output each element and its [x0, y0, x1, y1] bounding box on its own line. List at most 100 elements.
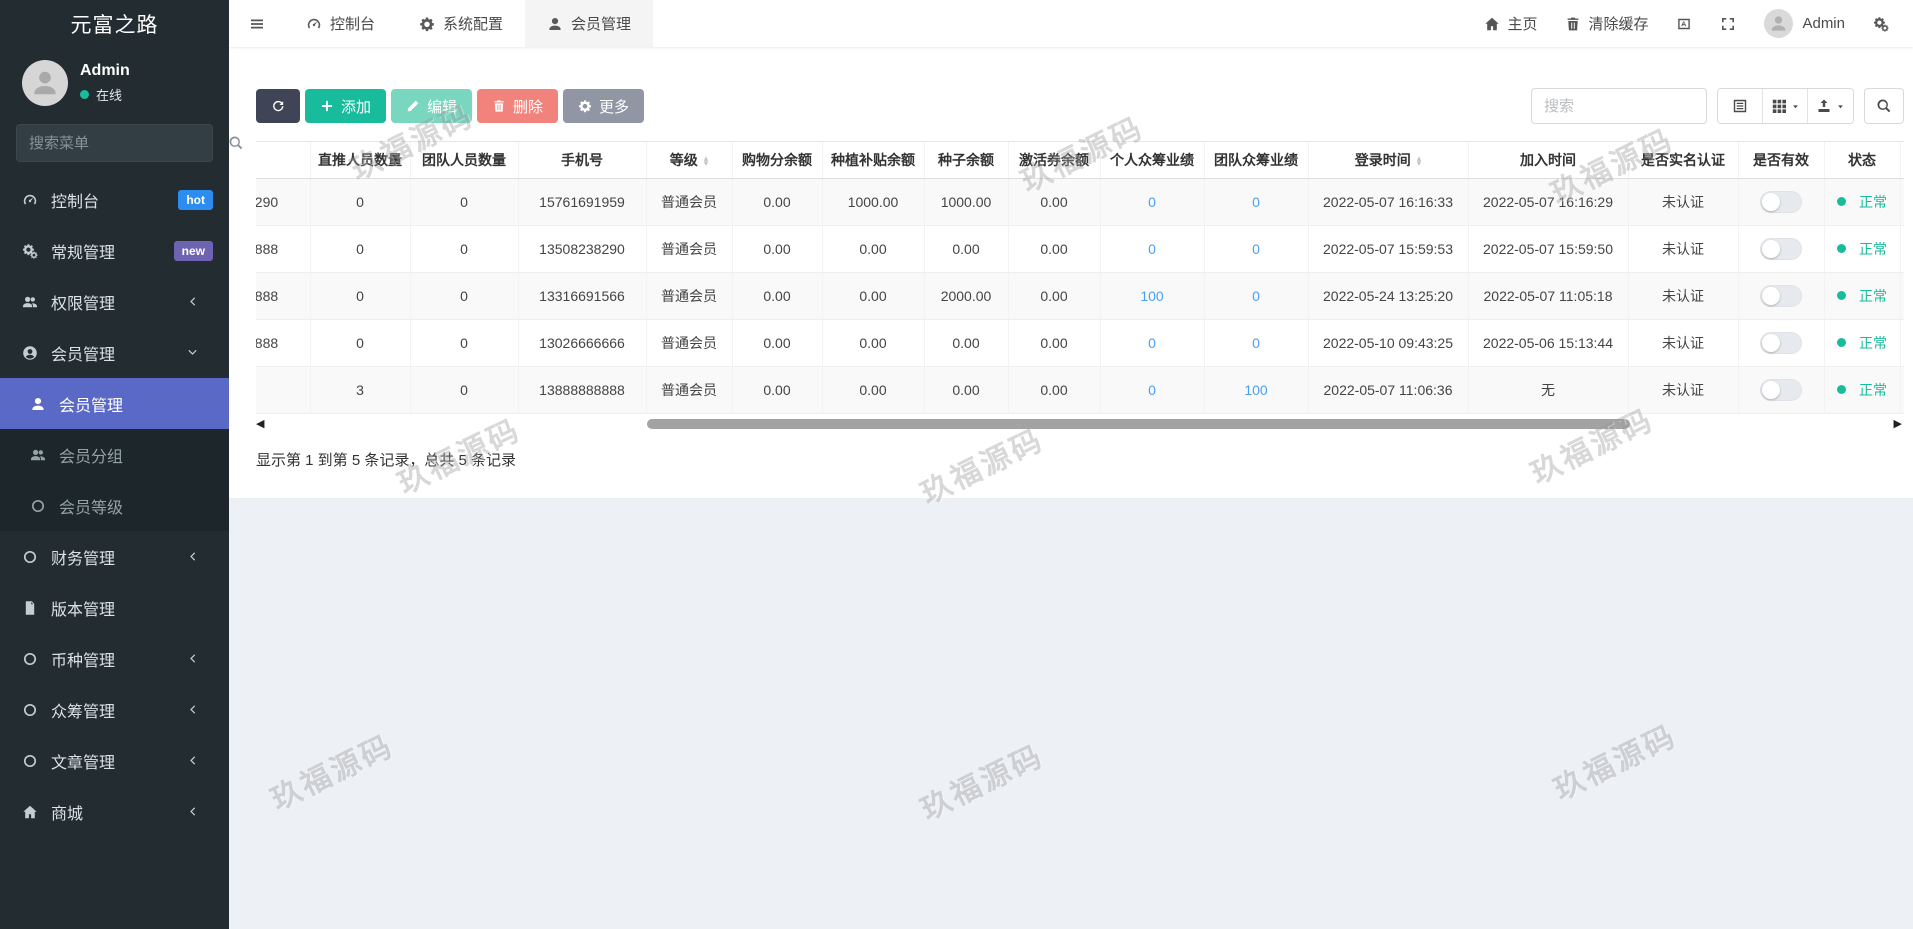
- home-link[interactable]: 主页: [1470, 13, 1551, 34]
- crowdfund-link[interactable]: 0: [1252, 241, 1260, 257]
- valid-toggle[interactable]: [1760, 285, 1802, 307]
- cell-是否实名认证: 未认证: [1628, 319, 1738, 366]
- table-row[interactable]: 88880013316691566普通会员0.000.002000.000.00…: [256, 272, 1904, 319]
- cell-是否有效: [1738, 366, 1824, 413]
- refresh-button[interactable]: [256, 89, 300, 123]
- toggle-knob: [1762, 240, 1780, 258]
- crowdfund-link[interactable]: 0: [1252, 194, 1260, 210]
- members-table: 直推人员数量团队人员数量手机号等级▴▾购物分余额种植补贴余额种子余额激活券余额个…: [256, 142, 1904, 414]
- sidebar-item-币种管理[interactable]: 币种管理: [0, 633, 229, 684]
- crowdfund-link[interactable]: 0: [1148, 382, 1156, 398]
- sidebar-item-众筹管理[interactable]: 众筹管理: [0, 684, 229, 735]
- cell-stub: 8290: [256, 178, 310, 225]
- sidebar-search[interactable]: [16, 124, 213, 162]
- valid-toggle[interactable]: [1760, 379, 1802, 401]
- circle-icon: [20, 753, 40, 769]
- sidebar-item-会员分组[interactable]: 会员分组: [0, 429, 229, 480]
- sidebar-item-label: 会员分组: [59, 443, 123, 467]
- users-icon: [28, 447, 48, 463]
- chevron-left-icon: [182, 295, 202, 308]
- valid-toggle[interactable]: [1760, 191, 1802, 213]
- add-button[interactable]: 添加: [305, 89, 386, 123]
- columns-button[interactable]: [1763, 89, 1808, 123]
- home-icon: [1484, 16, 1500, 32]
- scrollbar-thumb[interactable]: [647, 419, 1630, 429]
- search-icon: [1876, 98, 1892, 114]
- pencil-icon: [406, 99, 420, 113]
- cell-团队人员数量: 0: [410, 366, 518, 413]
- column-header-登录时间[interactable]: 登录时间▴▾: [1308, 142, 1468, 178]
- tab-system-config[interactable]: 系统配置: [397, 0, 525, 47]
- crowdfund-link[interactable]: 0: [1148, 194, 1156, 210]
- tab-console[interactable]: 控制台: [284, 0, 397, 47]
- chevron-left-icon: [182, 550, 202, 563]
- sidebar-item-label: 版本管理: [51, 596, 213, 620]
- sidebar-item-版本管理[interactable]: 版本管理: [0, 582, 229, 633]
- toggle-knob: [1762, 193, 1780, 211]
- crowdfund-link[interactable]: 0: [1148, 241, 1156, 257]
- cell-激活券余额: 0.00: [1008, 366, 1100, 413]
- grid-icon: [1771, 98, 1787, 114]
- language-icon: [1676, 16, 1692, 32]
- sidebar-item-常规管理[interactable]: 常规管理new: [0, 225, 229, 276]
- members-table-wrap: 直推人员数量团队人员数量手机号等级▴▾购物分余额种植补贴余额种子余额激活券余额个…: [256, 141, 1904, 414]
- cell-种植补贴余额: 0.00: [822, 319, 924, 366]
- sidebar-item-商城[interactable]: 商城: [0, 786, 229, 837]
- truncated-cell-text: 8888: [256, 335, 278, 351]
- language-button[interactable]: [1662, 16, 1706, 32]
- table-row[interactable]: 88880013508238290普通会员0.000.000.000.00002…: [256, 225, 1904, 272]
- crowdfund-link[interactable]: 0: [1252, 335, 1260, 351]
- tab-member-management[interactable]: 会员管理: [525, 0, 653, 47]
- online-dot-icon: [80, 90, 89, 99]
- delete-button[interactable]: 删除: [477, 89, 558, 123]
- sidebar-item-会员等级[interactable]: 会员等级: [0, 480, 229, 531]
- fullscreen-button[interactable]: [1706, 16, 1750, 32]
- crowdfund-link[interactable]: 0: [1252, 288, 1260, 304]
- table-search-input[interactable]: [1544, 98, 1694, 115]
- sidebar-search-input[interactable]: [29, 135, 228, 152]
- chevron-down-icon: [1836, 102, 1845, 111]
- hamburger-menu-icon[interactable]: [229, 0, 284, 47]
- crowdfund-link[interactable]: 100: [1244, 382, 1267, 398]
- table-row[interactable]: 82900015761691959普通会员0.001000.001000.000…: [256, 178, 1904, 225]
- more-button[interactable]: 更多: [563, 89, 644, 123]
- fullscreen-icon: [1720, 16, 1736, 32]
- chevron-down-icon: [1791, 102, 1800, 111]
- truncated-cell-text: 8290: [256, 194, 278, 210]
- sidebar-item-财务管理[interactable]: 财务管理: [0, 531, 229, 582]
- table-row[interactable]: 88880013026666666普通会员0.000.000.000.00002…: [256, 319, 1904, 366]
- watermark: 玖福源码: [1545, 711, 1683, 808]
- crowdfund-link[interactable]: 100: [1140, 288, 1163, 304]
- sidebar-item-文章管理[interactable]: 文章管理: [0, 735, 229, 786]
- crowdfund-link[interactable]: 0: [1148, 335, 1156, 351]
- sidebar-item-会员管理[interactable]: 会员管理: [0, 327, 229, 378]
- table-search[interactable]: [1531, 88, 1707, 124]
- scroll-right-icon[interactable]: ▶: [1894, 417, 1902, 430]
- cell-个人众筹业绩: 0: [1100, 178, 1204, 225]
- valid-toggle[interactable]: [1760, 238, 1802, 260]
- sidebar-item-控制台[interactable]: 控制台hot: [0, 174, 229, 225]
- settings-button[interactable]: [1859, 16, 1903, 32]
- edit-button[interactable]: 编辑: [391, 89, 472, 123]
- cell-是否实名认证: 未认证: [1628, 225, 1738, 272]
- sidebar-item-会员管理[interactable]: 会员管理: [0, 378, 229, 429]
- circle-icon: [20, 549, 40, 565]
- sidebar-item-权限管理[interactable]: 权限管理: [0, 276, 229, 327]
- status-badge: 正常: [1825, 192, 1900, 212]
- cell-手机号: 13888888888: [518, 366, 646, 413]
- scroll-left-icon[interactable]: ◀: [256, 417, 264, 430]
- detail-view-button[interactable]: [1718, 89, 1763, 123]
- sort-icon[interactable]: ▴▾: [704, 156, 709, 166]
- cell-种子余额: 0.00: [924, 366, 1008, 413]
- column-header-是否实名认证: 是否实名认证: [1628, 142, 1738, 178]
- clear-cache-link[interactable]: 清除缓存: [1551, 13, 1662, 34]
- cell-激活券余额: 0.00: [1008, 178, 1100, 225]
- search-submit-button[interactable]: [1864, 88, 1904, 124]
- table-row[interactable]: 3013888888888普通会员0.000.000.000.000100202…: [256, 366, 1904, 413]
- export-button[interactable]: [1808, 89, 1853, 123]
- admin-menu[interactable]: Admin: [1750, 9, 1859, 38]
- cell-个人众筹业绩: 0: [1100, 319, 1204, 366]
- column-header-等级[interactable]: 等级▴▾: [646, 142, 732, 178]
- sort-icon[interactable]: ▴▾: [1417, 156, 1422, 166]
- valid-toggle[interactable]: [1760, 332, 1802, 354]
